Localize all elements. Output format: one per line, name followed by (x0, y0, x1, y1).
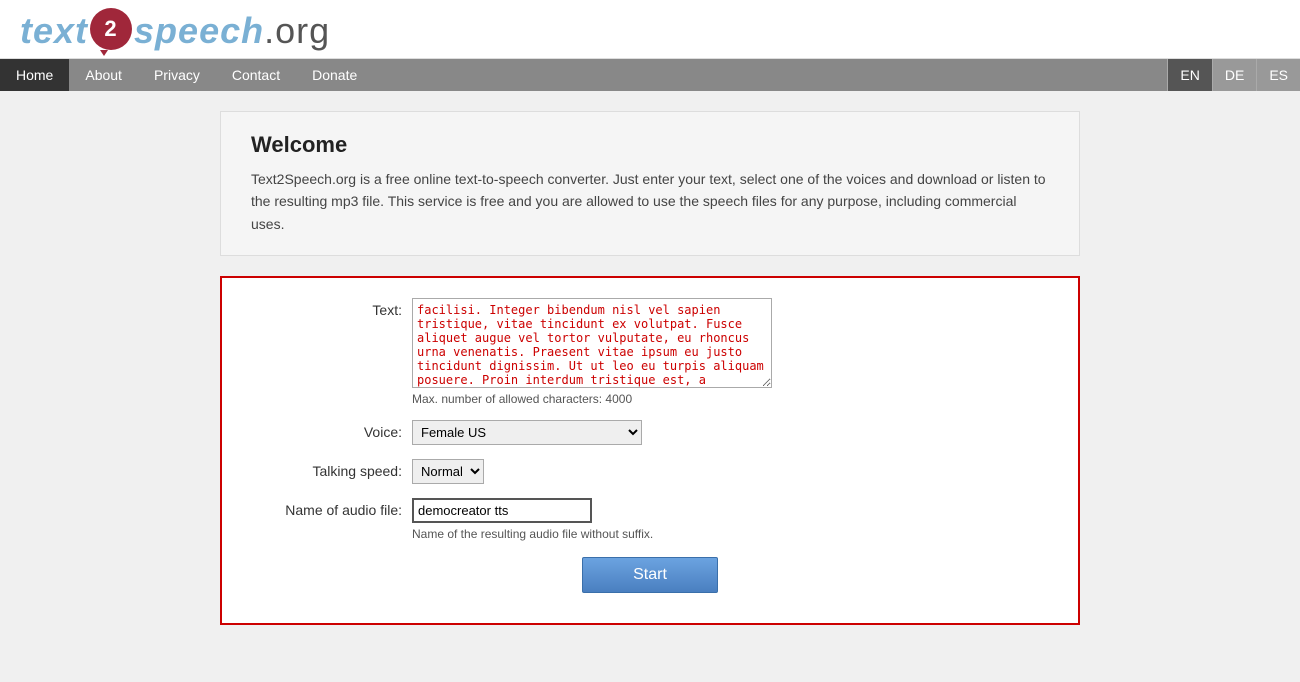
nav-left: Home About Privacy Contact Donate (0, 59, 1167, 91)
nav-right: EN DE ES (1167, 59, 1300, 91)
logo-text1: text (20, 10, 88, 52)
nav-item-about[interactable]: About (69, 59, 138, 91)
speed-select[interactable]: Normal Slow Fast (412, 459, 484, 484)
char-limit: Max. number of allowed characters: 4000 (412, 392, 772, 406)
form-box: Text: Max. number of allowed characters:… (220, 276, 1080, 625)
start-button[interactable]: Start (582, 557, 718, 593)
logo: text 2 speech .org (20, 10, 1280, 52)
voice-select[interactable]: Female US Male US Female UK Male UK (412, 420, 642, 445)
logo-text3: .org (264, 10, 330, 52)
welcome-title: Welcome (251, 132, 1049, 158)
nav-item-home[interactable]: Home (0, 59, 69, 91)
welcome-description: Text2Speech.org is a free online text-to… (251, 168, 1049, 235)
text-label: Text: (252, 298, 412, 318)
voice-control-area: Female US Male US Female UK Male UK (412, 420, 642, 445)
audio-hint: Name of the resulting audio file without… (412, 527, 653, 541)
nav-item-privacy[interactable]: Privacy (138, 59, 216, 91)
text-input[interactable] (412, 298, 772, 388)
text-control-area: Max. number of allowed characters: 4000 (412, 298, 772, 406)
lang-es[interactable]: ES (1256, 59, 1300, 91)
main-content: Welcome Text2Speech.org is a free online… (200, 91, 1100, 665)
logo-bubble: 2 (90, 8, 132, 50)
lang-de[interactable]: DE (1212, 59, 1256, 91)
lang-en[interactable]: EN (1167, 59, 1211, 91)
voice-row: Voice: Female US Male US Female UK Male … (252, 420, 1048, 445)
audio-name-input[interactable] (412, 498, 592, 523)
speed-row: Talking speed: Normal Slow Fast (252, 459, 1048, 484)
speed-label: Talking speed: (252, 459, 412, 479)
audio-name-control-area: Name of the resulting audio file without… (412, 498, 653, 541)
audio-name-label: Name of audio file: (252, 498, 412, 518)
speed-control-area: Normal Slow Fast (412, 459, 484, 484)
nav-item-donate[interactable]: Donate (296, 59, 373, 91)
audio-name-row: Name of audio file: Name of the resultin… (252, 498, 1048, 541)
welcome-box: Welcome Text2Speech.org is a free online… (220, 111, 1080, 256)
nav: Home About Privacy Contact Donate EN DE … (0, 59, 1300, 91)
nav-item-contact[interactable]: Contact (216, 59, 296, 91)
header: text 2 speech .org (0, 0, 1300, 59)
voice-label: Voice: (252, 420, 412, 440)
start-row: Start (252, 557, 1048, 593)
logo-text2: speech (134, 10, 264, 52)
text-row: Text: Max. number of allowed characters:… (252, 298, 1048, 406)
